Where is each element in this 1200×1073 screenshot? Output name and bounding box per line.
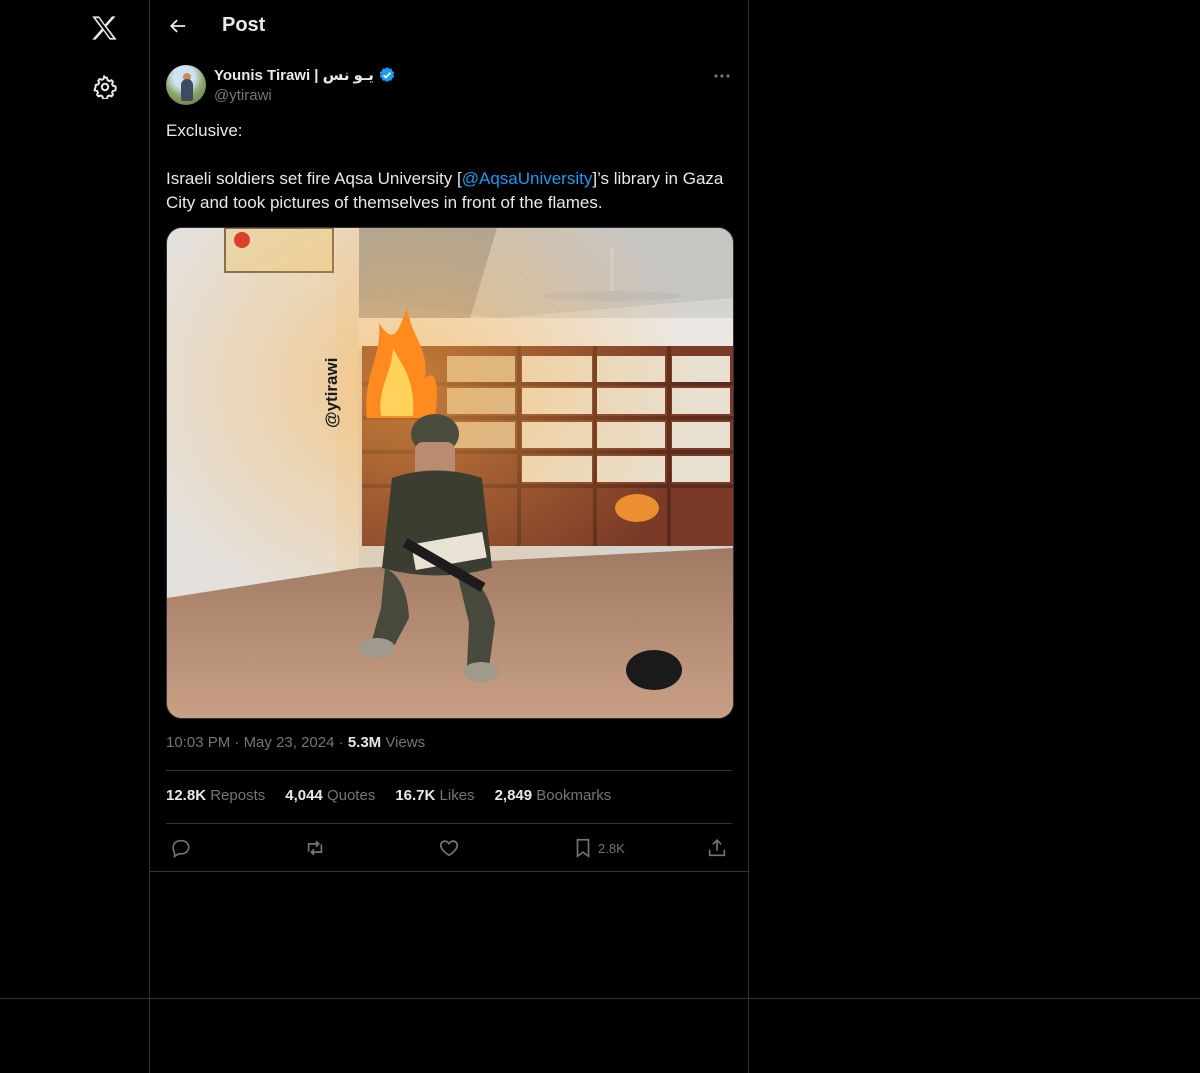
stat-count: 12.8K: [166, 787, 207, 804]
stat-count: 16.7K: [395, 787, 436, 804]
tweet-image[interactable]: @ytirawi: [166, 227, 734, 719]
back-button[interactable]: [162, 10, 194, 42]
stat-count: 4,044: [285, 787, 323, 804]
divider: [166, 823, 732, 824]
post-column: Post Younis Tirawi | يـو نس @ytirawi Exc…: [150, 0, 749, 1073]
tweet-text-before: Israeli soldiers set fire Aqsa Universit…: [166, 169, 462, 188]
author-handle[interactable]: @ytirawi: [214, 87, 272, 104]
reposts-stat[interactable]: 12.8K Reposts: [166, 787, 265, 804]
post-header: Post: [150, 0, 748, 53]
author-name-text: Younis Tirawi | يـو نس: [214, 67, 374, 84]
right-sidebar: [749, 0, 1200, 1073]
likes-stat[interactable]: 16.7K Likes: [395, 787, 474, 804]
views-count: 5.3M: [347, 734, 382, 751]
reply-icon: [172, 839, 190, 858]
like-button[interactable]: [438, 834, 460, 862]
tweet-line-2: Israeli soldiers set fire Aqsa Universit…: [166, 167, 726, 215]
bookmarks-stat[interactable]: 2,849 Bookmarks: [495, 787, 612, 804]
more-options-button[interactable]: [708, 64, 736, 88]
page-divider: [0, 998, 1200, 999]
share-button[interactable]: [706, 834, 728, 862]
repost-icon: [307, 840, 323, 856]
stat-count: 2,849: [494, 787, 533, 804]
stat-label: Reposts: [210, 787, 266, 804]
heart-icon: [439, 840, 459, 857]
views-label: Views: [385, 734, 426, 751]
divider: [150, 871, 748, 872]
post-date[interactable]: May 23, 2024: [244, 734, 335, 751]
stat-label: Bookmarks: [536, 787, 612, 804]
meta-separator: ·: [338, 734, 344, 751]
page-title: Post: [222, 14, 266, 36]
image-watermark: @ytirawi: [322, 358, 341, 428]
avatar[interactable]: [166, 65, 206, 105]
post-time[interactable]: 10:03 PM: [166, 734, 230, 751]
divider: [166, 770, 732, 771]
gear-icon[interactable]: [87, 69, 123, 105]
quotes-stat[interactable]: 4,044 Quotes: [285, 787, 375, 804]
share-icon: [708, 839, 726, 857]
arrow-left-icon: [169, 19, 186, 33]
repost-button[interactable]: [303, 834, 327, 862]
reply-button[interactable]: [170, 834, 192, 862]
verified-badge-icon: [379, 67, 395, 82]
post-meta: 10:03 PM · May 23, 2024 · 5.3M Views: [166, 734, 425, 751]
post-stats: 12.8K Reposts 4,044 Quotes 16.7K Likes 2…: [166, 787, 611, 804]
bookmark-count: 2.8K: [598, 840, 625, 856]
mention-link[interactable]: @AqsaUniversity: [462, 169, 593, 188]
meta-separator: ·: [234, 734, 240, 751]
author-name[interactable]: Younis Tirawi | يـو نس: [214, 66, 396, 84]
tweet-line-1: Exclusive:: [166, 121, 243, 140]
x-logo-icon[interactable]: [87, 10, 123, 46]
bookmark-button[interactable]: 2.8K: [572, 834, 625, 862]
left-nav: [0, 0, 150, 1073]
bookmark-icon: [576, 838, 590, 858]
more-icon: [714, 74, 730, 78]
tweet-text: Exclusive: Israeli soldiers set fire Aqs…: [166, 119, 726, 215]
stat-label: Likes: [439, 787, 475, 804]
stat-label: Quotes: [326, 787, 376, 804]
